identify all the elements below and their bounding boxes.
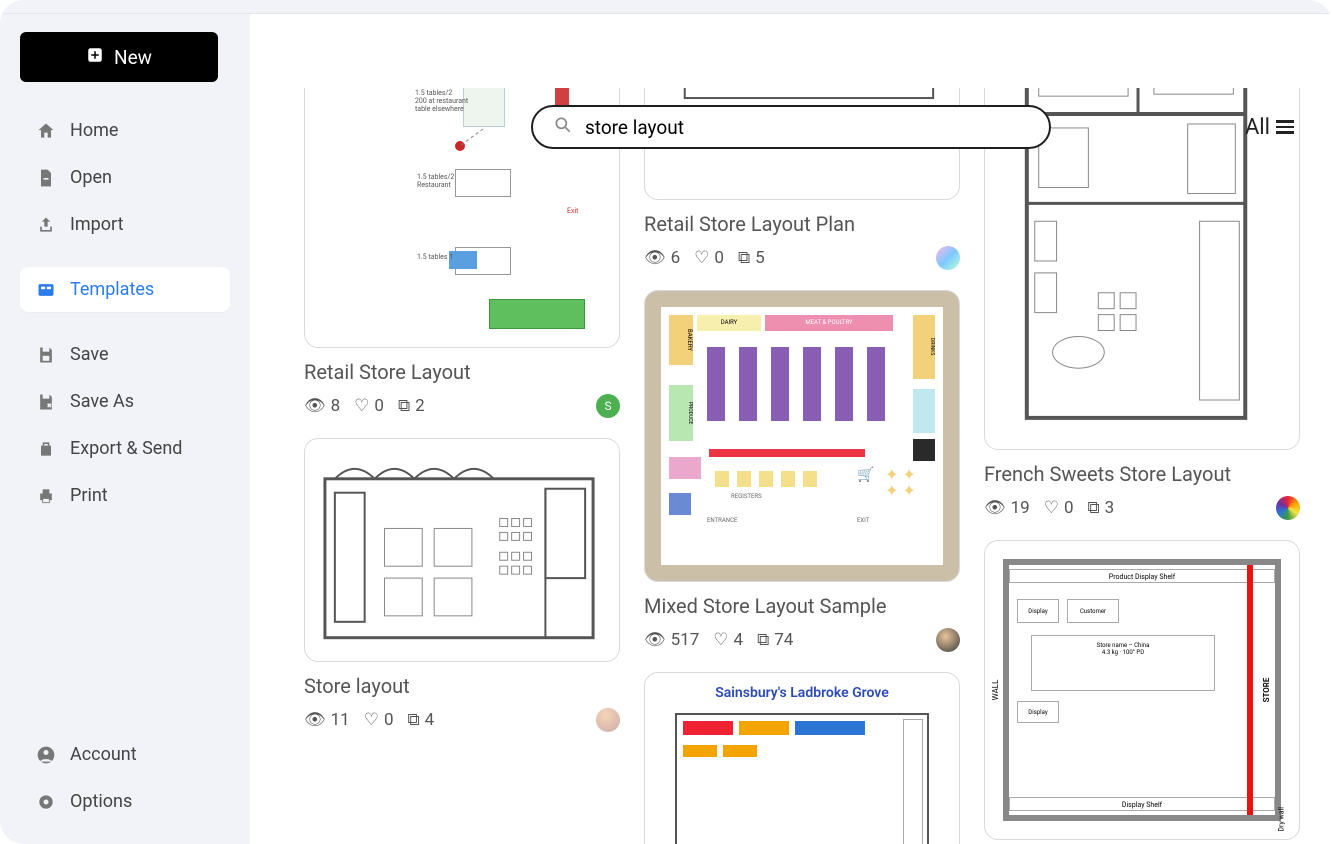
template-meta: 👁19 ♡0 ⧉3 [984,496,1300,520]
sidebar-item-label: Account [70,744,137,765]
menu-icon [1276,120,1294,134]
heart-icon: ♡ [354,396,369,416]
template-title: Store layout [304,674,620,698]
sidebar-item-account[interactable]: Account [20,732,230,777]
copy-icon: ⧉ [738,248,750,268]
sidebar-item-label: Import [70,214,123,235]
copy-icon: ⧉ [1088,498,1100,518]
gear-icon [36,792,56,812]
author-avatar[interactable] [1276,496,1300,520]
sidebar-item-print[interactable]: Print [20,473,230,518]
template-meta: 👁11 ♡0 ⧉4 [304,708,620,732]
template-card[interactable]: Sainsbury's Ladbroke Grove [644,672,960,844]
author-avatar[interactable] [936,628,960,652]
template-card[interactable]: Product Display Shelf Display Customer S… [984,540,1300,840]
search-input[interactable] [585,116,1029,139]
account-icon [36,745,56,765]
heart-icon: ♡ [713,630,728,650]
sidebar-item-label: Options [70,791,132,812]
templates-icon [36,280,56,300]
home-icon [36,121,56,141]
search-icon [553,115,573,139]
template-thumbnail [304,438,620,662]
author-avatar[interactable] [936,246,960,270]
eye-icon: 👁 [304,396,326,416]
new-button-label: New [114,46,152,69]
file-icon [36,168,56,188]
copy-icon: ⧉ [757,630,769,650]
template-thumbnail: BAKERY DAIRY MEAT & POULTRY DRINKS PRODU… [644,290,960,582]
template-card[interactable]: Store layout 👁11 ♡0 ⧉4 [304,438,620,732]
template-thumbnail: Sainsbury's Ladbroke Grove [644,672,960,844]
main-content: All [250,14,1332,844]
eye-icon: 👁 [984,498,1006,518]
template-title: French Sweets Store Layout [984,462,1300,486]
template-meta: 👁517 ♡4 ⧉74 [644,628,960,652]
search-input-container [531,105,1051,149]
import-icon [36,215,56,235]
sidebar-item-label: Save [70,344,109,365]
heart-icon: ♡ [364,710,379,730]
filter-all-button[interactable]: All [1245,115,1294,140]
template-title: Mixed Store Layout Sample [644,594,960,618]
sidebar-item-label: Print [70,485,108,506]
save-icon [36,345,56,365]
print-icon [36,486,56,506]
heart-icon: ♡ [1044,498,1059,518]
sidebar-item-label: Save As [70,391,134,412]
sidebar-item-label: Export & Send [70,438,182,459]
plus-icon [86,46,104,69]
sidebar: New Home Open Import Templates [0,14,250,844]
copy-icon: ⧉ [408,710,420,730]
new-button[interactable]: New [20,32,218,82]
author-avatar[interactable]: S [596,394,620,418]
template-title: Retail Store Layout Plan [644,212,960,236]
template-card[interactable]: BAKERY DAIRY MEAT & POULTRY DRINKS PRODU… [644,290,960,652]
sidebar-item-templates[interactable]: Templates [20,267,230,312]
heart-icon: ♡ [694,248,709,268]
copy-icon: ⧉ [398,396,410,416]
eye-icon: 👁 [644,248,666,268]
sidebar-item-label: Open [70,167,112,188]
sidebar-item-saveas[interactable]: Save As [20,379,230,424]
author-avatar[interactable] [596,708,620,732]
sidebar-item-open[interactable]: Open [20,155,230,200]
template-meta: 👁6 ♡0 ⧉5 [644,246,960,270]
export-icon [36,439,56,459]
template-meta: 👁8 ♡0 ⧉2 S [304,394,620,418]
template-thumbnail: Product Display Shelf Display Customer S… [984,540,1300,840]
sidebar-item-label: Templates [70,279,154,300]
sidebar-item-label: Home [70,120,118,141]
template-card[interactable]: French Sweets Store Layout 👁19 ♡0 ⧉3 [984,88,1300,520]
sidebar-item-import[interactable]: Import [20,202,230,247]
filter-label: All [1245,115,1270,140]
sidebar-item-options[interactable]: Options [20,779,230,824]
eye-icon: 👁 [304,710,326,730]
template-title: Retail Store Layout [304,360,620,384]
save-as-icon [36,392,56,412]
sidebar-item-export[interactable]: Export & Send [20,426,230,471]
sidebar-item-home[interactable]: Home [20,108,230,153]
sidebar-item-save[interactable]: Save [20,332,230,377]
eye-icon: 👁 [644,630,666,650]
